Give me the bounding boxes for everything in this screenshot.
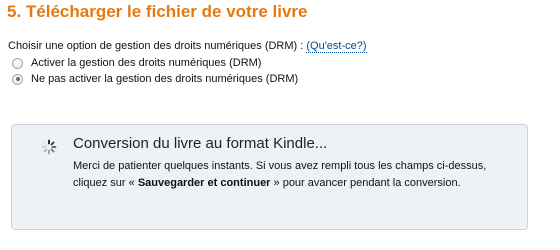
drm-option-disable[interactable]: Ne pas activer la gestion des droits num…: [12, 72, 298, 86]
drm-enable-radio[interactable]: [12, 57, 23, 69]
conversion-message-end: » pour avancer pendant la conversion.: [270, 176, 461, 189]
drm-help-link[interactable]: (Qu'est-ce?): [306, 40, 367, 53]
conversion-message: Merci de patienter quelques instants. Si…: [73, 158, 513, 191]
drm-disable-label[interactable]: Ne pas activer la gestion des droits num…: [31, 73, 298, 85]
drm-disable-radio[interactable]: [12, 73, 23, 85]
drm-option-enable[interactable]: Activer la gestion des droits numériques…: [12, 56, 261, 70]
spinner-icon: [41, 139, 57, 155]
conversion-title: Conversion du livre au format Kindle...: [73, 135, 328, 152]
drm-question: Choisir une option de gestion des droits…: [8, 40, 367, 53]
conversion-status-panel: Conversion du livre au format Kindle... …: [11, 124, 528, 230]
drm-enable-label[interactable]: Activer la gestion des droits numériques…: [31, 57, 261, 69]
save-continue-reference: Sauvegarder et continuer: [137, 176, 271, 189]
drm-question-label: Choisir une option de gestion des droits…: [8, 40, 307, 52]
section-title: 5. Télécharger le fichier de votre livre: [7, 2, 308, 21]
